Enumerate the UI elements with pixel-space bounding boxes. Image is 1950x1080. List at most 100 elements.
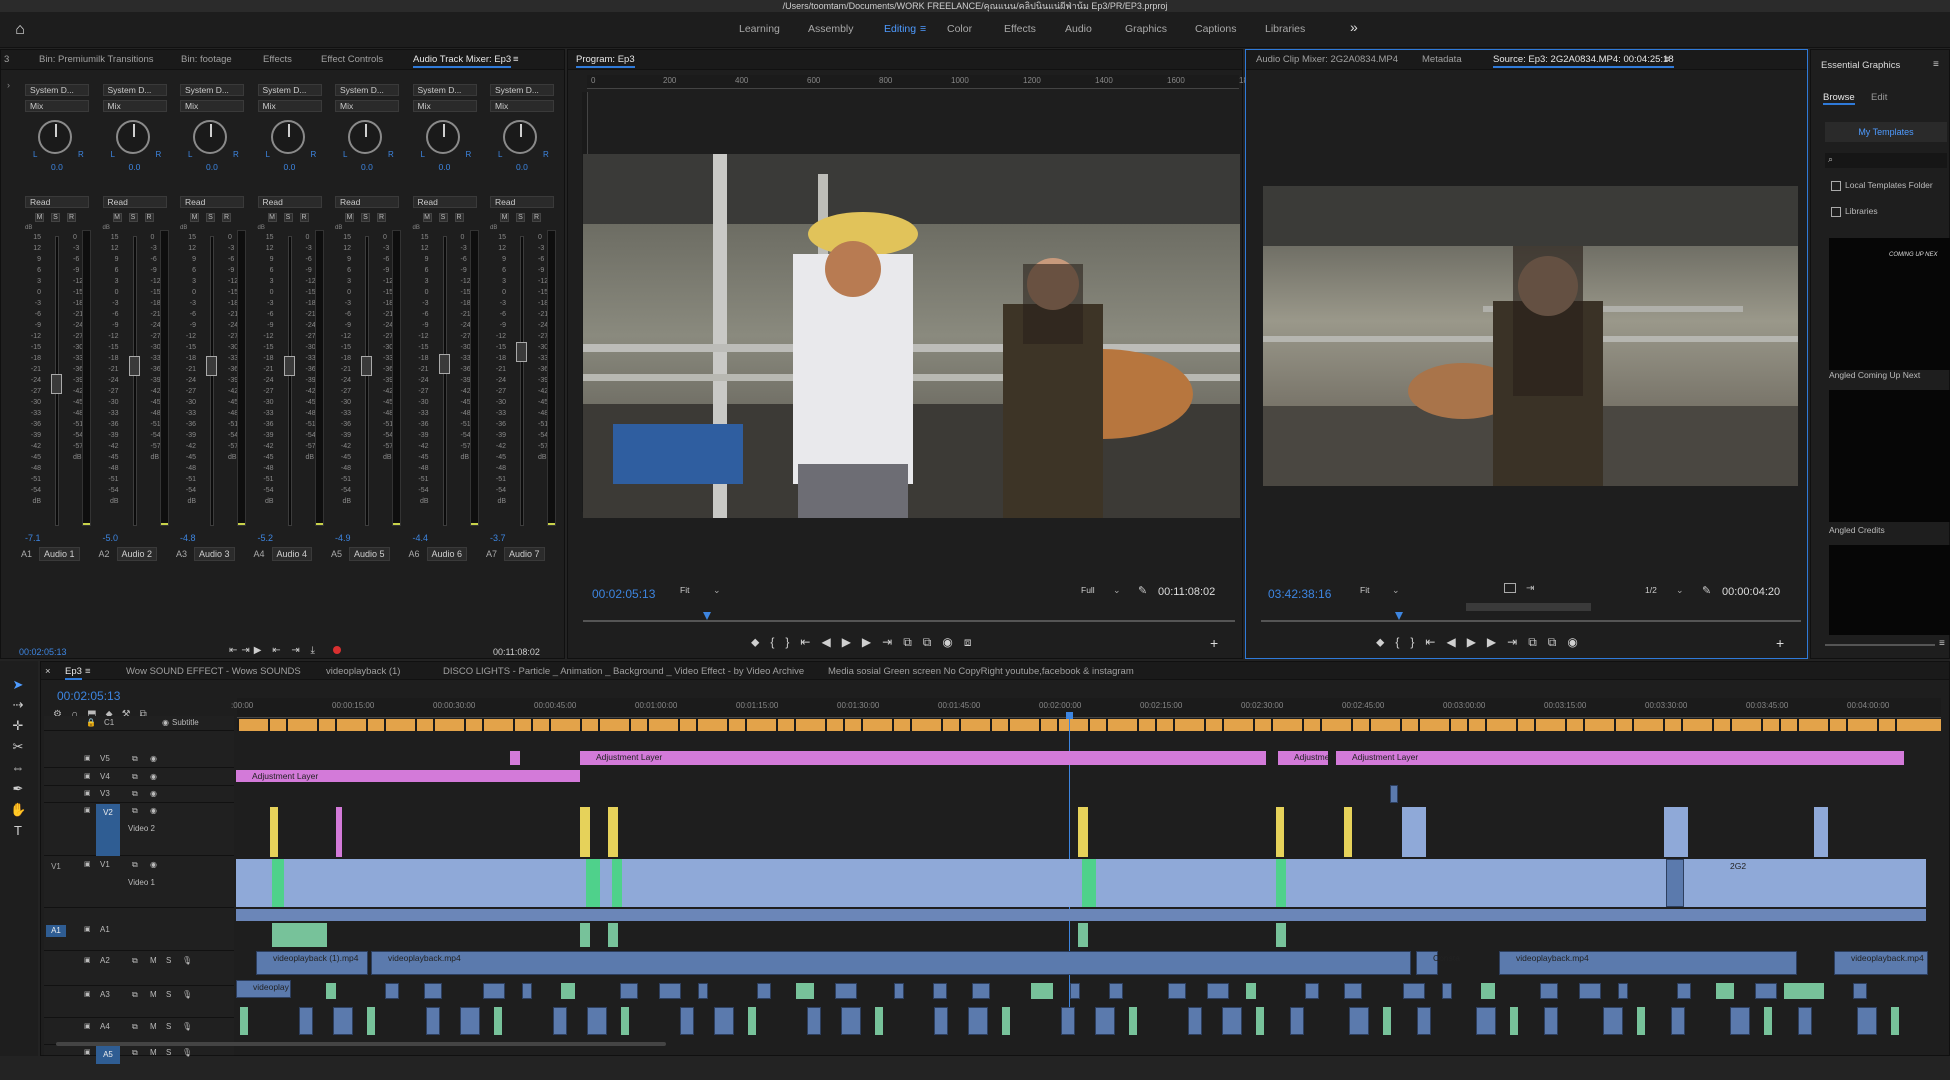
mute-track-button[interactable]: M [150, 990, 157, 999]
audio-clip[interactable] [835, 983, 857, 999]
green-screen-clip[interactable] [612, 859, 622, 907]
channel-mode-select[interactable]: Mix [257, 100, 322, 112]
program-transport-controls[interactable]: ⬥{}⇤◀▶▶⇥⧉⧉◉⧈ [751, 635, 982, 650]
audio-clip[interactable]: Consta [1416, 951, 1460, 975]
audio-clip[interactable] [333, 1007, 353, 1035]
tab-seq-videoplayback[interactable]: videoplayback (1) [326, 666, 400, 677]
track-id[interactable]: A2 [100, 956, 110, 965]
panel-menu-icon[interactable]: ≡ [513, 54, 519, 65]
more-workspaces-icon[interactable]: » [1350, 19, 1358, 35]
libraries-checkbox[interactable] [1831, 207, 1841, 217]
channel-mode-select[interactable]: Mix [490, 100, 554, 112]
mic-icon[interactable]: 🎙 [182, 1048, 192, 1057]
audio-clip[interactable] [1891, 1007, 1899, 1035]
pan-value[interactable]: 0.0 [284, 162, 296, 172]
source-menu-icon[interactable]: ≡ [1664, 54, 1670, 65]
source-scrubber[interactable] [1261, 620, 1801, 622]
audio-clip[interactable] [1188, 1007, 1202, 1035]
track-id[interactable]: A4 [100, 1022, 110, 1031]
automation-select[interactable]: Read [412, 196, 477, 208]
workspace-color[interactable]: Color [947, 23, 972, 35]
audio-clip[interactable] [748, 1007, 756, 1035]
video-clip[interactable] [580, 807, 590, 857]
volume-value[interactable]: -3.7 [490, 533, 506, 543]
audio-clip[interactable] [1246, 983, 1256, 999]
volume-value[interactable]: -4.9 [335, 533, 351, 543]
tab-metadata[interactable]: Metadata [1422, 54, 1462, 65]
audio-clip[interactable] [561, 983, 575, 999]
workspace-graphics[interactable]: Graphics [1125, 23, 1167, 35]
audio-clip[interactable] [240, 1007, 248, 1035]
adjustment-layer-clip[interactable]: Adjustment Layer [236, 770, 580, 782]
mute-button[interactable]: M [35, 213, 44, 222]
audio-clip[interactable] [1476, 1007, 1496, 1035]
mute-button[interactable]: M [500, 213, 509, 222]
audio-clip[interactable] [1764, 1007, 1772, 1035]
lock-icon[interactable]: ▣ [84, 956, 91, 964]
program-scrubber[interactable] [583, 620, 1235, 622]
record-arm-button[interactable]: R [454, 213, 464, 222]
audio-clip[interactable] [1603, 1007, 1623, 1035]
video-clip[interactable] [1666, 859, 1684, 907]
tab-seq-wow[interactable]: Wow SOUND EFFECT - Wows SOUNDS [126, 666, 301, 677]
home-icon[interactable]: ⌂ [10, 20, 30, 40]
tab-bin-transitions[interactable]: Bin: Premiumilk Transitions [39, 54, 154, 65]
audio-clip[interactable] [1070, 983, 1080, 999]
template-search-input[interactable]: ⌕ [1825, 153, 1947, 168]
automation-select[interactable]: Read [335, 196, 399, 208]
automation-select[interactable]: Read [490, 196, 554, 208]
green-screen-clip[interactable] [586, 859, 600, 907]
thumb-size-slider[interactable] [1825, 644, 1935, 646]
eye-icon[interactable]: ◉ [150, 806, 157, 815]
lock-icon[interactable]: 🔒 [86, 718, 96, 727]
track-target-toggle[interactable]: V2 [96, 804, 120, 856]
channel-mode-select[interactable]: Mix [412, 100, 477, 112]
audio-clip[interactable]: videoplayback.mp4 [371, 951, 1411, 975]
audio-clip[interactable] [494, 1007, 502, 1035]
template-thumb[interactable] [1829, 545, 1950, 635]
channel-input-select[interactable]: System D... [25, 84, 89, 96]
audio-clip[interactable] [1129, 1007, 1137, 1035]
audio-clip[interactable] [1857, 1007, 1877, 1035]
audio-clip[interactable] [1031, 983, 1053, 999]
ripple-edit-tool-icon[interactable]: ✛ [10, 718, 26, 734]
audio-clip[interactable] [807, 1007, 821, 1035]
audio-clip[interactable] [580, 923, 590, 947]
pan-value[interactable]: 0.0 [361, 162, 373, 172]
lock-icon[interactable]: ▣ [84, 860, 91, 868]
record-icon[interactable] [333, 646, 341, 654]
volume-value[interactable]: -5.2 [258, 533, 274, 543]
audio-clip[interactable] [522, 983, 532, 999]
source-inout-range[interactable] [1466, 603, 1591, 611]
template-thumb-coming-up[interactable]: COMING UP NEX [1829, 238, 1950, 370]
channel-mode-select[interactable]: Mix [180, 100, 244, 112]
audio-clip[interactable] [587, 1007, 607, 1035]
audio-clip[interactable] [1305, 983, 1319, 999]
audio-clip[interactable] [757, 983, 771, 999]
volume-value[interactable]: -4.8 [180, 533, 196, 543]
eye-icon[interactable]: ◉ [162, 718, 169, 727]
automation-select[interactable]: Read [257, 196, 322, 208]
channel-mode-select[interactable]: Mix [335, 100, 399, 112]
workspace-learning[interactable]: Learning [739, 23, 780, 35]
audio-clip[interactable] [367, 1007, 375, 1035]
channel-input-select[interactable]: System D... [180, 84, 244, 96]
lock-icon[interactable]: ▣ [84, 925, 91, 933]
workspace-assembly[interactable]: Assembly [808, 23, 854, 35]
audio-clip[interactable] [1853, 983, 1867, 999]
audio-clip[interactable] [1784, 983, 1824, 999]
audio-clip[interactable] [272, 923, 327, 947]
green-screen-clip[interactable] [1276, 859, 1286, 907]
template-thumb-credits[interactable] [1829, 390, 1950, 522]
volume-value[interactable]: -7.1 [25, 533, 41, 543]
audio-clip[interactable] [934, 1007, 948, 1035]
video-clip[interactable] [608, 807, 618, 857]
tab-seq-greenscreen[interactable]: Media sosial Green screen No CopyRight y… [828, 666, 1134, 677]
solo-track-button[interactable]: S [166, 956, 171, 965]
sync-lock-icon[interactable]: ⧉ [132, 1022, 138, 1032]
mute-track-button[interactable]: M [150, 1022, 157, 1031]
track-id[interactable]: V1 [100, 860, 110, 869]
sync-lock-icon[interactable]: ⧉ [132, 754, 138, 764]
audio-clip[interactable] [1417, 1007, 1431, 1035]
mute-button[interactable]: M [267, 213, 277, 222]
